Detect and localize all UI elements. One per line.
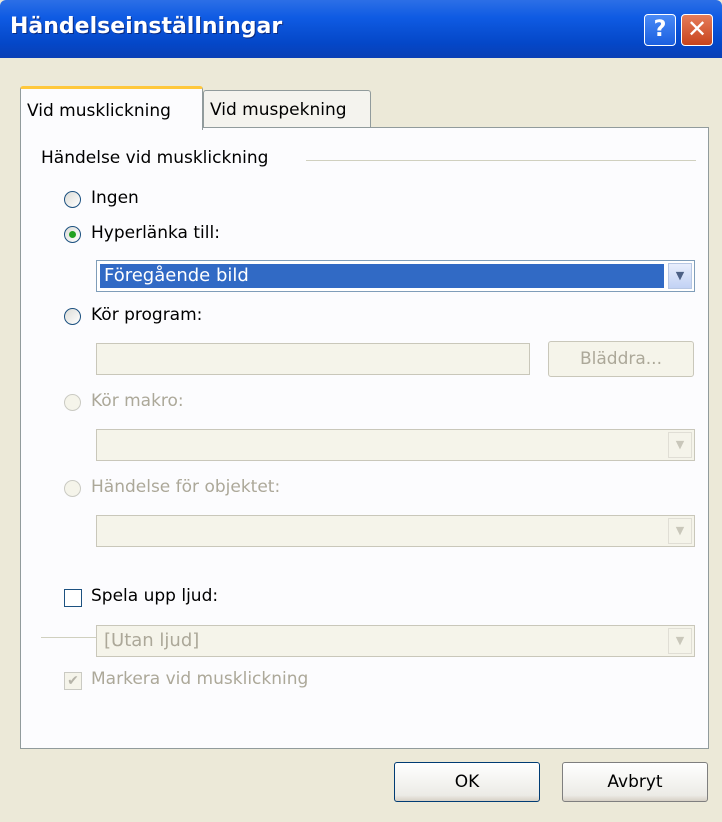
tab-vid-musklickning[interactable]: Vid musklickning <box>20 86 203 130</box>
radio-run-program-label: Kör program: <box>91 305 203 325</box>
chevron-down-icon[interactable]: ▼ <box>668 432 692 458</box>
macro-select-value <box>100 433 664 457</box>
cancel-button[interactable]: Avbryt <box>562 762 708 802</box>
window-title: Händelseinställningar <box>10 14 283 39</box>
radio-object-action-label: Händelse för objektet: <box>91 477 281 497</box>
help-button[interactable]: ? <box>644 14 676 46</box>
highlight-label: Markera vid musklickning <box>91 669 309 689</box>
radio-selected-dot <box>69 231 76 238</box>
close-icon: ✕ <box>686 15 708 43</box>
radio-object-action[interactable] <box>64 480 81 497</box>
radio-none-label: Ingen <box>91 188 139 208</box>
close-button[interactable]: ✕ <box>681 14 713 46</box>
program-path-input[interactable] <box>96 343 530 375</box>
browse-button[interactable]: Bläddra... <box>548 341 694 377</box>
group-divider <box>306 160 696 161</box>
play-sound-checkbox[interactable] <box>64 589 82 607</box>
radio-hyperlink-label: Hyperlänka till: <box>91 223 220 243</box>
hyperlink-select[interactable]: Föregående bild ▼ <box>96 260 695 292</box>
sound-select-value: [Utan ljud] <box>104 630 200 651</box>
group-label: Händelse vid musklickning <box>41 148 269 168</box>
tab-vid-muspekning[interactable]: Vid muspekning <box>203 90 371 128</box>
chevron-down-icon[interactable]: ▼ <box>668 628 692 654</box>
object-action-select-value <box>100 519 664 543</box>
hyperlink-select-value: Föregående bild <box>100 264 664 288</box>
radio-run-macro-label: Kör makro: <box>91 391 184 411</box>
macro-select[interactable]: ▼ <box>96 429 695 461</box>
object-action-select[interactable]: ▼ <box>96 515 695 547</box>
help-icon: ? <box>653 17 667 42</box>
checkmark-icon: ✔ <box>67 673 79 689</box>
dialog-body: Vid musklickning Vid muspekning Händelse… <box>0 58 722 822</box>
radio-run-program[interactable] <box>64 308 81 325</box>
radio-run-macro[interactable] <box>64 394 81 411</box>
chevron-down-icon[interactable]: ▼ <box>668 263 692 289</box>
title-bar: Händelseinställningar ? ✕ <box>0 0 722 58</box>
highlight-checkbox[interactable]: ✔ <box>64 672 82 690</box>
radio-hyperlink[interactable] <box>64 226 81 243</box>
radio-none[interactable] <box>64 191 81 208</box>
play-sound-label: Spela upp ljud: <box>91 586 219 606</box>
chevron-down-icon[interactable]: ▼ <box>668 518 692 544</box>
ok-button[interactable]: OK <box>394 762 540 802</box>
tab-panel: Händelse vid musklickning Ingen Hyperlän… <box>20 127 709 749</box>
sound-select[interactable]: [Utan ljud] ▼ <box>96 625 695 657</box>
